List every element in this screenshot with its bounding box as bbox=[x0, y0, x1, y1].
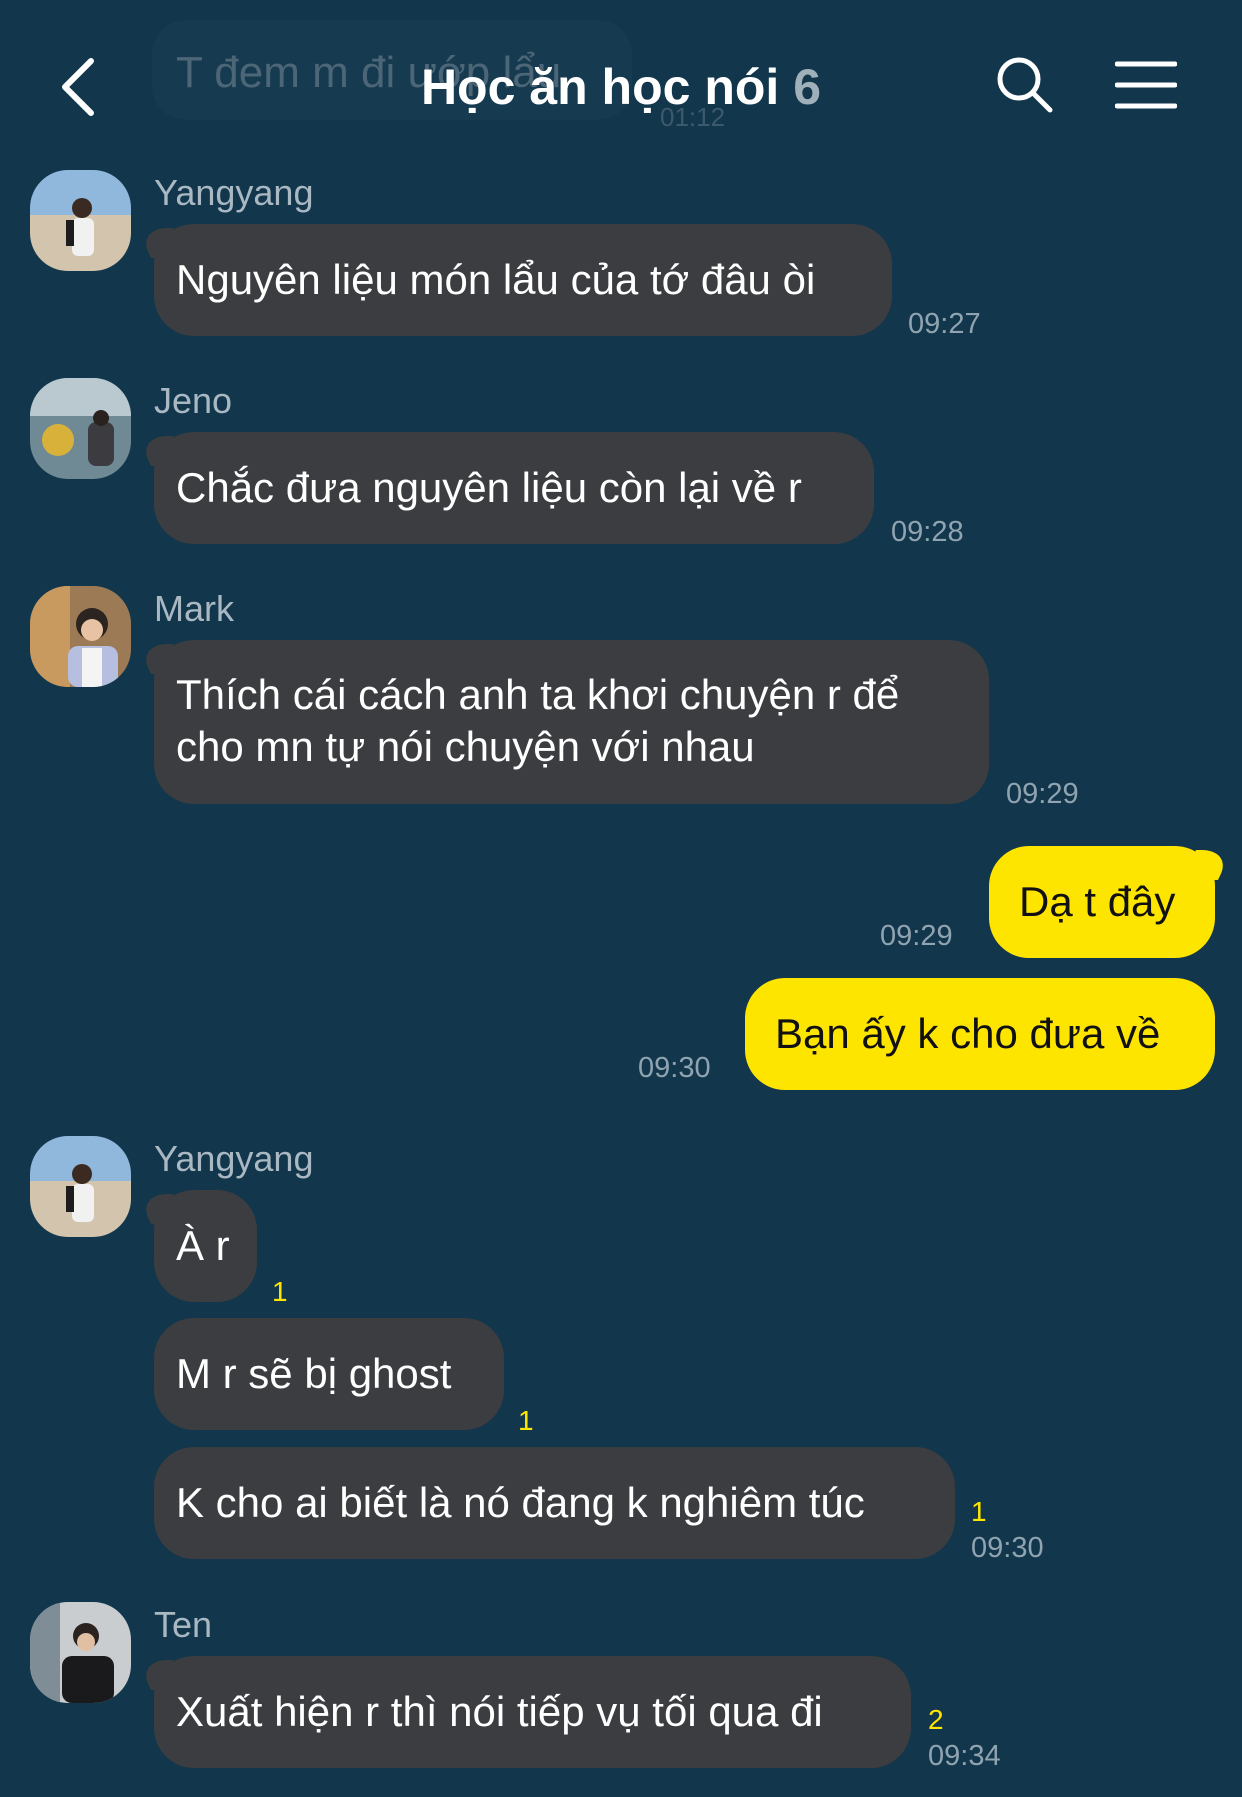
unread-count: 1 bbox=[272, 1276, 288, 1307]
message-text: Dạ t đây bbox=[1019, 878, 1176, 925]
message-bubble[interactable]: Nguyên liệu món lẩu của tớ đâu òi bbox=[154, 224, 892, 336]
member-count: 6 bbox=[793, 59, 822, 115]
my-message-bubble[interactable]: Bạn ấy k cho đưa về bbox=[745, 978, 1215, 1090]
message-text-line: cho mn tự nói chuyện với nhau bbox=[176, 723, 755, 770]
message-bubble[interactable]: À r bbox=[154, 1190, 257, 1302]
message-bubble[interactable]: K cho ai biết là nó đang k nghiêm túc bbox=[154, 1447, 955, 1559]
message-bubble[interactable]: Thích cái cách anh ta khơi chuyện r để c… bbox=[154, 640, 989, 804]
avatar-jeno[interactable] bbox=[30, 378, 131, 479]
sender-name: Ten bbox=[154, 1604, 213, 1645]
avatar-ten[interactable] bbox=[30, 1602, 131, 1703]
message-text: Chắc đưa nguyên liệu còn lại về r bbox=[176, 464, 802, 511]
sender-name: Mark bbox=[154, 588, 234, 629]
message-time: 09:30 bbox=[971, 1532, 1044, 1564]
message-bubble[interactable]: Xuất hiện r thì nói tiếp vụ tối qua đi bbox=[154, 1656, 911, 1768]
avatar-yangyang[interactable] bbox=[30, 170, 131, 271]
message-text-line: Thích cái cách anh ta khơi chuyện r để bbox=[176, 671, 900, 718]
message-time: 09:29 bbox=[880, 920, 953, 952]
message-text: À r bbox=[176, 1222, 230, 1269]
message-time: 09:28 bbox=[891, 516, 964, 548]
message-text: Xuất hiện r thì nói tiếp vụ tối qua đi bbox=[176, 1688, 823, 1735]
unread-count: 1 bbox=[518, 1405, 534, 1436]
message-time: 09:34 bbox=[928, 1740, 1001, 1772]
message-text: M r sẽ bị ghost bbox=[176, 1350, 452, 1397]
chat-title: Học ăn học nói 6 bbox=[0, 58, 1242, 116]
chat-header: T đem m đi ướp lẩu 01:12 Học ăn học nói … bbox=[0, 0, 1242, 160]
message-text: K cho ai biết là nó đang k nghiêm túc bbox=[176, 1479, 865, 1526]
unread-count: 1 bbox=[971, 1496, 987, 1527]
message-bubble[interactable]: Chắc đưa nguyên liệu còn lại về r bbox=[154, 432, 874, 544]
sender-name: Jeno bbox=[154, 380, 233, 421]
avatar-yangyang[interactable] bbox=[30, 1136, 131, 1237]
message-time: 09:29 bbox=[1006, 778, 1079, 810]
avatar-mark[interactable] bbox=[30, 586, 131, 687]
sender-name: Yangyang bbox=[154, 172, 314, 213]
message-bubble[interactable]: M r sẽ bị ghost bbox=[154, 1318, 504, 1430]
search-icon[interactable] bbox=[995, 55, 1055, 115]
message-text: Bạn ấy k cho đưa về bbox=[775, 1010, 1161, 1057]
my-message-bubble[interactable]: Dạ t đây bbox=[989, 846, 1215, 958]
message-time: 09:27 bbox=[908, 308, 981, 340]
unread-count: 2 bbox=[928, 1704, 944, 1735]
chat-title-text: Học ăn học nói bbox=[420, 59, 780, 115]
sender-name: Yangyang bbox=[154, 1138, 314, 1179]
message-time: 09:30 bbox=[638, 1052, 711, 1084]
hamburger-menu-icon[interactable] bbox=[1115, 60, 1177, 110]
message-text: Nguyên liệu món lẩu của tớ đâu òi bbox=[176, 256, 816, 303]
